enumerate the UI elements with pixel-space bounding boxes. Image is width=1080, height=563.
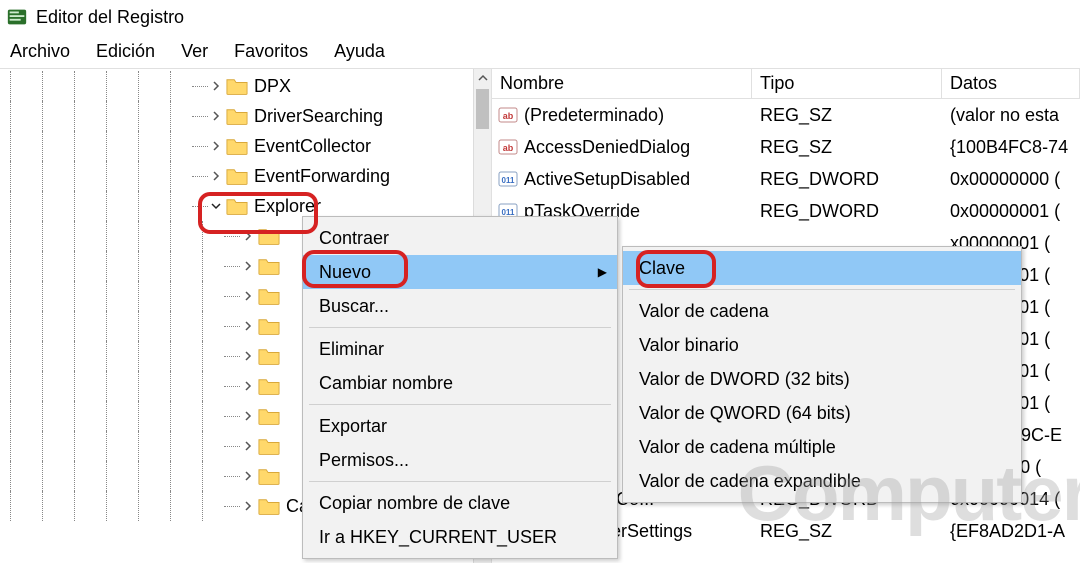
chevron-right-icon[interactable] xyxy=(240,498,256,514)
folder-icon xyxy=(258,437,280,455)
string-value-icon: ab xyxy=(498,105,518,125)
menu-ver[interactable]: Ver xyxy=(181,41,208,62)
tree-item[interactable]: DriverSearching xyxy=(0,101,473,131)
menu-edicion[interactable]: Edición xyxy=(96,41,155,62)
folder-icon xyxy=(226,167,248,185)
menubar: Archivo Edición Ver Favoritos Ayuda xyxy=(0,34,1080,68)
tree-item-label: EventForwarding xyxy=(254,166,390,187)
window-title: Editor del Registro xyxy=(36,7,184,28)
scroll-thumb[interactable] xyxy=(476,89,489,129)
ctx-exportar[interactable]: Exportar xyxy=(303,409,617,443)
value-type: REG_SZ xyxy=(752,521,942,542)
chevron-right-icon[interactable] xyxy=(240,228,256,244)
tree-item[interactable]: DPX xyxy=(0,71,473,101)
ctx-copiar-nombre[interactable]: Copiar nombre de clave xyxy=(303,486,617,520)
value-data: {100B4FC8-74 xyxy=(942,137,1080,158)
context-submenu-nuevo[interactable]: Clave Valor de cadena Valor binario Valo… xyxy=(622,246,1022,503)
chevron-right-icon[interactable] xyxy=(240,408,256,424)
tree-item-label: EventCollector xyxy=(254,136,371,157)
col-name[interactable]: Nombre xyxy=(492,69,752,98)
ctx-valor-cadena-expandible[interactable]: Valor de cadena expandible xyxy=(623,464,1021,498)
ctx-ir-a-hkcu[interactable]: Ir a HKEY_CURRENT_USER xyxy=(303,520,617,554)
ctx-valor-dword[interactable]: Valor de DWORD (32 bits) xyxy=(623,362,1021,396)
folder-icon xyxy=(258,407,280,425)
scroll-up-icon[interactable] xyxy=(474,69,491,87)
value-type: REG_SZ xyxy=(752,137,942,158)
chevron-right-icon[interactable] xyxy=(240,468,256,484)
chevron-down-icon[interactable] xyxy=(208,198,224,214)
titlebar: Editor del Registro xyxy=(0,0,1080,34)
ctx-permisos[interactable]: Permisos... xyxy=(303,443,617,477)
col-type[interactable]: Tipo xyxy=(752,69,942,98)
value-row[interactable]: ab AccessDeniedDialog REG_SZ{100B4FC8-74 xyxy=(492,131,1080,163)
chevron-right-icon[interactable] xyxy=(208,138,224,154)
tree-item-label: DriverSearching xyxy=(254,106,383,127)
ctx-valor-cadena-multiple[interactable]: Valor de cadena múltiple xyxy=(623,430,1021,464)
folder-icon xyxy=(226,137,248,155)
ctx-contraer[interactable]: Contraer xyxy=(303,221,617,255)
value-name: (Predeterminado) xyxy=(524,105,664,126)
chevron-right-icon[interactable] xyxy=(240,438,256,454)
folder-icon xyxy=(226,107,248,125)
value-type: REG_DWORD xyxy=(752,169,942,190)
folder-icon xyxy=(226,77,248,95)
ctx-separator xyxy=(309,481,611,482)
list-header: Nombre Tipo Datos xyxy=(492,69,1080,99)
value-data: {EF8AD2D1-A xyxy=(942,521,1080,542)
value-row[interactable]: ab (Predeterminado) REG_SZ(valor no esta xyxy=(492,99,1080,131)
folder-icon xyxy=(258,317,280,335)
chevron-right-icon[interactable] xyxy=(240,258,256,274)
menu-archivo[interactable]: Archivo xyxy=(10,41,70,62)
value-type: REG_DWORD xyxy=(752,201,942,222)
folder-icon xyxy=(258,257,280,275)
folder-icon xyxy=(258,347,280,365)
value-name: AccessDeniedDialog xyxy=(524,137,690,158)
chevron-right-icon[interactable] xyxy=(208,168,224,184)
value-data: 0x00000000 ( xyxy=(942,169,1080,190)
value-row[interactable]: 011 ActiveSetupDisabled REG_DWORD0x0000000… xyxy=(492,163,1080,195)
col-data[interactable]: Datos xyxy=(942,69,1080,98)
context-menu[interactable]: Contraer Nuevo▶ Buscar... Eliminar Cambi… xyxy=(302,216,618,559)
ctx-separator xyxy=(309,404,611,405)
value-data: (valor no esta xyxy=(942,105,1080,126)
tree-item-label: Explorer xyxy=(254,196,321,217)
value-name: ActiveSetupDisabled xyxy=(524,169,690,190)
chevron-right-icon[interactable] xyxy=(240,288,256,304)
menu-ayuda[interactable]: Ayuda xyxy=(334,41,385,62)
folder-icon xyxy=(258,287,280,305)
folder-icon xyxy=(258,377,280,395)
ctx-eliminar[interactable]: Eliminar xyxy=(303,332,617,366)
ctx-cambiar-nombre[interactable]: Cambiar nombre xyxy=(303,366,617,400)
ctx-separator xyxy=(629,289,1015,290)
app-icon xyxy=(6,6,28,28)
ctx-buscar[interactable]: Buscar... xyxy=(303,289,617,323)
svg-text:011: 011 xyxy=(502,176,515,185)
ctx-valor-binario[interactable]: Valor binario xyxy=(623,328,1021,362)
tree-item[interactable]: EventForwarding xyxy=(0,161,473,191)
folder-icon xyxy=(226,197,248,215)
chevron-right-icon[interactable] xyxy=(240,318,256,334)
chevron-right-icon[interactable] xyxy=(208,108,224,124)
folder-icon xyxy=(258,497,280,515)
ctx-separator xyxy=(309,327,611,328)
tree-item-label: DPX xyxy=(254,76,291,97)
folder-icon xyxy=(258,467,280,485)
chevron-right-icon[interactable] xyxy=(240,378,256,394)
string-value-icon: ab xyxy=(498,137,518,157)
svg-text:ab: ab xyxy=(503,111,514,121)
dword-value-icon: 011 xyxy=(498,169,518,189)
chevron-right-icon[interactable] xyxy=(208,78,224,94)
chevron-right-icon[interactable] xyxy=(240,348,256,364)
chevron-right-icon: ▶ xyxy=(598,265,607,279)
svg-text:ab: ab xyxy=(503,143,514,153)
tree-item[interactable]: EventCollector xyxy=(0,131,473,161)
value-type: REG_SZ xyxy=(752,105,942,126)
menu-favoritos[interactable]: Favoritos xyxy=(234,41,308,62)
ctx-valor-cadena[interactable]: Valor de cadena xyxy=(623,294,1021,328)
ctx-valor-qword[interactable]: Valor de QWORD (64 bits) xyxy=(623,396,1021,430)
folder-icon xyxy=(258,227,280,245)
ctx-clave[interactable]: Clave xyxy=(623,251,1021,285)
ctx-nuevo[interactable]: Nuevo▶ xyxy=(303,255,617,289)
value-data: 0x00000001 ( xyxy=(942,201,1080,222)
